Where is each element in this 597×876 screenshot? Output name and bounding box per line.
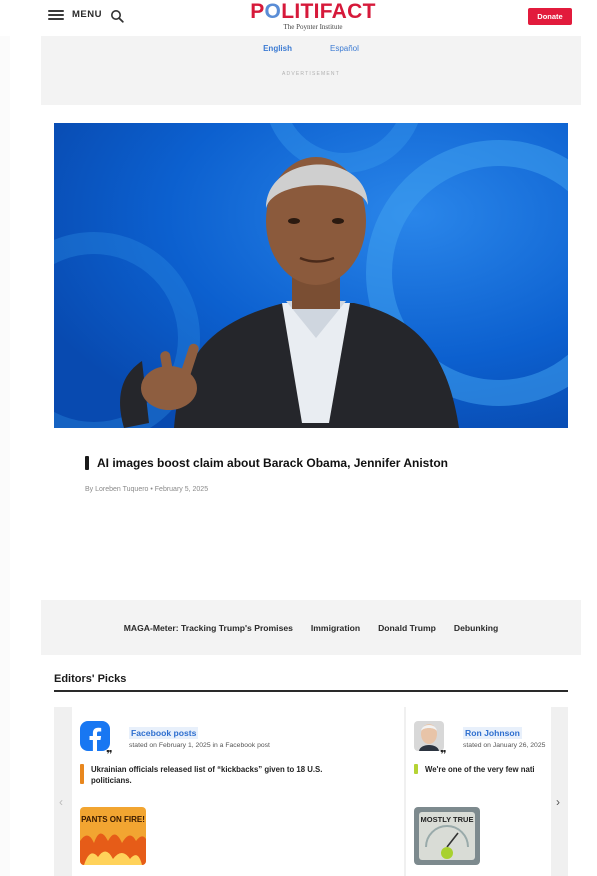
card-claim-row: We're one of the very few nati (414, 764, 568, 775)
hero-caption-card: AI images boost claim about Barack Obama… (59, 428, 563, 498)
topic-debunking[interactable]: Debunking (454, 623, 498, 633)
site-header: MENU POLITIFACT The Poynter Institute Do… (0, 0, 597, 36)
search-icon[interactable] (110, 9, 124, 23)
advertisement-label: ADVERTISEMENT (281, 71, 340, 77)
hero-image[interactable] (54, 123, 568, 428)
politifact-logo[interactable]: POLITIFACT The Poynter Institute (248, 0, 378, 34)
card-claim[interactable]: We're one of the very few nati (425, 764, 568, 775)
editors-picks-heading: Editors' Picks (54, 673, 127, 685)
hamburger-icon (48, 9, 64, 20)
carousel-next-icon[interactable]: › (556, 795, 560, 809)
card-claim[interactable]: Ukrainian officials released list of “ki… (91, 764, 361, 786)
lang-espanol-link[interactable]: Español (330, 44, 359, 53)
editors-picks-rule (54, 690, 568, 692)
topic-immigration[interactable]: Immigration (311, 623, 360, 633)
card-source[interactable]: Facebook posts (129, 727, 199, 739)
rating-color-bar (414, 764, 418, 774)
share-strip (0, 0, 10, 876)
logo-wordmark: POLITIFACT (250, 0, 376, 23)
lang-english-link[interactable]: English (263, 44, 292, 53)
rating-color-bar (80, 764, 84, 784)
pants-on-fire-meter-icon: PANTS ON FIRE! (80, 807, 146, 865)
avatar (414, 721, 444, 751)
topics-bar: MAGA-Meter: Tracking Trump's Promises Im… (41, 600, 581, 655)
page: MENU POLITIFACT The Poynter Institute Do… (0, 0, 597, 876)
factcheck-card[interactable]: ❞ Facebook posts stated on February 1, 2… (72, 707, 404, 876)
language-bar: English Español (41, 36, 581, 61)
editors-picks-carousel: ‹ ❞ Facebook posts stated on February 1,… (54, 707, 568, 876)
card-stated: stated on February 1, 2025 in a Facebook… (129, 742, 270, 749)
hero-story[interactable]: AI images boost claim about Barack Obama… (54, 123, 568, 498)
donate-button[interactable]: Donate (528, 8, 572, 25)
quote-icon: ❞ (440, 749, 447, 761)
hero-byline: By Loreben Tuquero • February 5, 2025 (85, 486, 209, 493)
carousel-prev-icon[interactable]: ‹ (59, 795, 63, 809)
topic-donald-trump[interactable]: Donald Trump (378, 623, 436, 633)
menu-label: MENU (72, 9, 102, 20)
menu-button[interactable]: MENU (48, 9, 102, 20)
hero-title-bar (85, 456, 89, 470)
mostly-true-meter-icon: MOSTLY TRUE (414, 807, 480, 865)
factcheck-card[interactable]: ❞ Ron Johnson stated on January 26, 2025… (406, 707, 551, 876)
advertisement-slot: ADVERTISEMENT (41, 61, 581, 105)
topic-maga-meter[interactable]: MAGA-Meter: Tracking Trump's Promises (124, 623, 293, 633)
quote-icon: ❞ (106, 749, 113, 761)
facebook-icon (80, 721, 110, 751)
card-stated: stated on January 26, 2025 (463, 742, 546, 749)
card-claim-row: Ukrainian officials released list of “ki… (80, 764, 361, 786)
svg-text:PANTS ON FIRE!: PANTS ON FIRE! (81, 815, 145, 824)
hero-title[interactable]: AI images boost claim about Barack Obama… (97, 456, 448, 470)
logo-subtitle: The Poynter Institute (283, 23, 343, 31)
card-source[interactable]: Ron Johnson (463, 727, 522, 739)
svg-text:MOSTLY TRUE: MOSTLY TRUE (421, 815, 474, 824)
hero-title-row: AI images boost claim about Barack Obama… (85, 456, 448, 470)
